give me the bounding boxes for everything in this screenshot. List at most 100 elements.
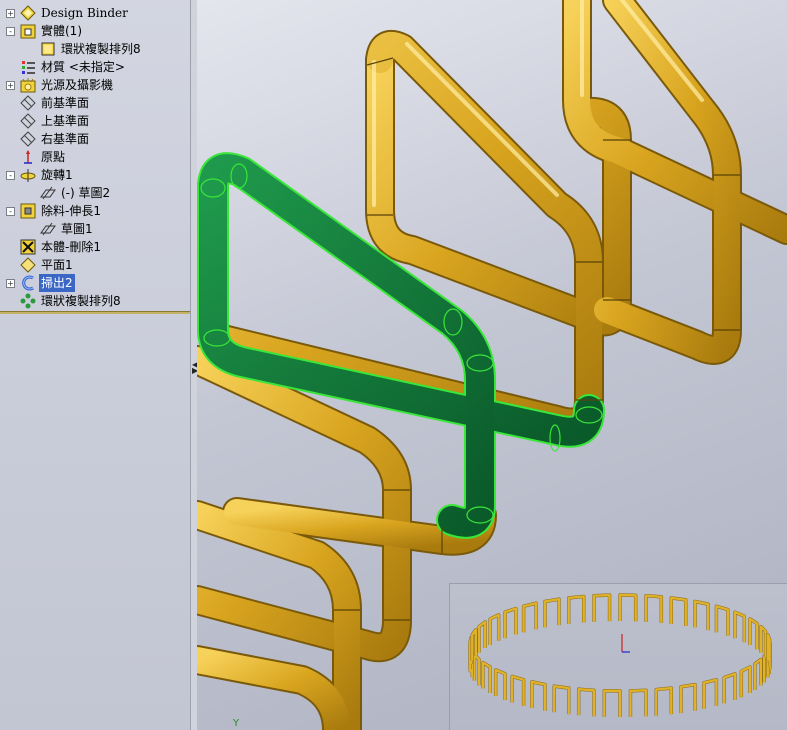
ring-loop-outline [644, 594, 664, 623]
circular-pattern-icon [20, 293, 36, 309]
ring-loop-outline [628, 688, 648, 717]
tree-item-right-plane[interactable]: 右基準面 [0, 130, 190, 148]
tree-item-label: 旋轉1 [41, 168, 73, 182]
ring-loop-outline [576, 687, 596, 717]
tree-item-label: 光源及攝影機 [41, 78, 114, 92]
tree-item-label: 環狀複製排列8 [61, 42, 141, 56]
ring-loop-outline [714, 604, 730, 636]
ring-loop [577, 687, 596, 717]
ring-loop-outline [693, 599, 710, 631]
plane-icon [20, 257, 36, 273]
feature-manager-panel: + Design Binder - 實體(1) 環狀複製排列8 材質 <未指定>… [0, 0, 190, 730]
tree-item-label: 本體-刪除1 [41, 240, 101, 254]
tree-item-plane1[interactable]: 平面1 [0, 256, 190, 274]
plane-icon [20, 113, 36, 129]
ring-loop [629, 689, 648, 717]
ring-loop [481, 661, 492, 693]
tree-rollback-bar[interactable] [0, 311, 190, 314]
tree-item-top-plane[interactable]: 上基準面 [0, 112, 190, 130]
plane-icon [20, 95, 36, 111]
tree-item-label: 除料-伸長1 [41, 204, 101, 218]
collapse-toggle[interactable]: - [6, 27, 15, 36]
tree-item-label: 掃出2 [39, 274, 75, 292]
tree-item-design-binder[interactable]: + Design Binder [0, 4, 190, 22]
tree-item-solid-bodies[interactable]: - 實體(1) [0, 22, 190, 40]
tree-item-extruded-cut[interactable]: - 除料-伸長1 [0, 202, 190, 220]
origin-icon [24, 150, 32, 164]
tree-item-label: 右基準面 [41, 132, 90, 146]
sketch-icon [40, 186, 56, 200]
ring-loop-outline [521, 601, 538, 633]
ring-loop-outline [552, 684, 571, 715]
ring-loop [603, 689, 622, 717]
tree-item-sweep2[interactable]: + 掃出2 [0, 274, 190, 292]
tree-item-label: Design Binder [41, 6, 128, 20]
tree-item-delete-body[interactable]: 本體-刪除1 [0, 238, 190, 256]
ring-loop [553, 684, 570, 715]
tree-item-lights-cameras[interactable]: + 光源及攝影機 [0, 76, 190, 94]
zigzag-ring-model [468, 593, 772, 717]
ring-loop [693, 600, 710, 631]
tree-item-circular-pattern[interactable]: 環狀複製排列8 [0, 292, 190, 310]
ring-loop [748, 617, 759, 650]
tree-item-material[interactable]: 材質 <未指定> [0, 58, 190, 76]
ring-loop-outline [503, 606, 518, 639]
expand-toggle[interactable]: + [6, 279, 15, 288]
splitter-arrows-icon[interactable]: ◀ ▶ [192, 361, 198, 382]
ring-loop-outline [592, 593, 612, 622]
solid-bodies-folder-icon [20, 24, 36, 39]
tree-item-revolve[interactable]: - 旋轉1 [0, 166, 190, 184]
delete-body-icon [20, 239, 36, 255]
ring-loop [670, 596, 687, 626]
collapse-toggle[interactable]: - [6, 171, 15, 180]
tree-item-label: 平面1 [41, 258, 73, 272]
expand-toggle[interactable]: + [6, 81, 15, 90]
sketch-icon [40, 222, 56, 236]
origin-triad-icon [621, 634, 630, 653]
ring-loop-outline [669, 596, 688, 626]
ring-loop [753, 658, 763, 691]
tree-item-sketch2[interactable]: (-) 草圖2 [0, 184, 190, 202]
tree-item-label: 材質 <未指定> [41, 60, 125, 74]
ring-loops [468, 593, 772, 717]
feature-tree: + Design Binder - 實體(1) 環狀複製排列8 材質 <未指定>… [0, 0, 190, 312]
ring-loop [530, 680, 547, 711]
sweep-icon [22, 275, 34, 291]
tree-item-label: 草圖1 [61, 222, 93, 236]
ring-loop-outline [722, 672, 737, 704]
expand-toggle[interactable]: + [6, 9, 15, 18]
ring-loop [679, 683, 697, 713]
ring-loop [618, 593, 637, 622]
material-icon [22, 61, 35, 74]
ring-loop-outline [510, 674, 526, 706]
graphics-viewport[interactable]: Y [197, 0, 787, 730]
ring-loop [477, 620, 487, 653]
ring-loop [567, 595, 585, 624]
solid-body-icon [41, 42, 55, 56]
tree-item-label: 原點 [41, 150, 66, 164]
ring-loop-outline [530, 680, 547, 711]
tree-item-label: 上基準面 [41, 114, 90, 128]
ring-loop [702, 678, 718, 709]
axis-triad-y-label: Y [233, 718, 240, 729]
revolve-icon [20, 169, 36, 182]
ring-loop-outline [654, 686, 674, 716]
circular-pattern-preview [449, 583, 787, 730]
ring-loop-outline [543, 597, 561, 628]
tree-item-origin[interactable]: 原點 [0, 148, 190, 166]
tree-item-solid-body[interactable]: 環狀複製排列8 [0, 40, 190, 58]
tree-item-label: 前基準面 [41, 96, 90, 110]
tree-item-label: 環狀複製排列8 [41, 294, 121, 308]
design-binder-icon [20, 5, 36, 21]
tree-item-label: 實體(1) [41, 24, 82, 38]
tree-item-sketch1[interactable]: 草圖1 [0, 220, 190, 238]
ring-loop [543, 597, 561, 628]
ring-loop-outline [602, 689, 622, 717]
plane-icon [20, 131, 36, 147]
ring-loop [655, 686, 673, 716]
ring-loop-outline [566, 594, 586, 624]
ring-loop-outline [618, 593, 638, 622]
tree-item-front-plane[interactable]: 前基準面 [0, 94, 190, 112]
collapse-toggle[interactable]: - [6, 207, 15, 216]
tree-item-label: (-) 草圖2 [61, 186, 111, 200]
